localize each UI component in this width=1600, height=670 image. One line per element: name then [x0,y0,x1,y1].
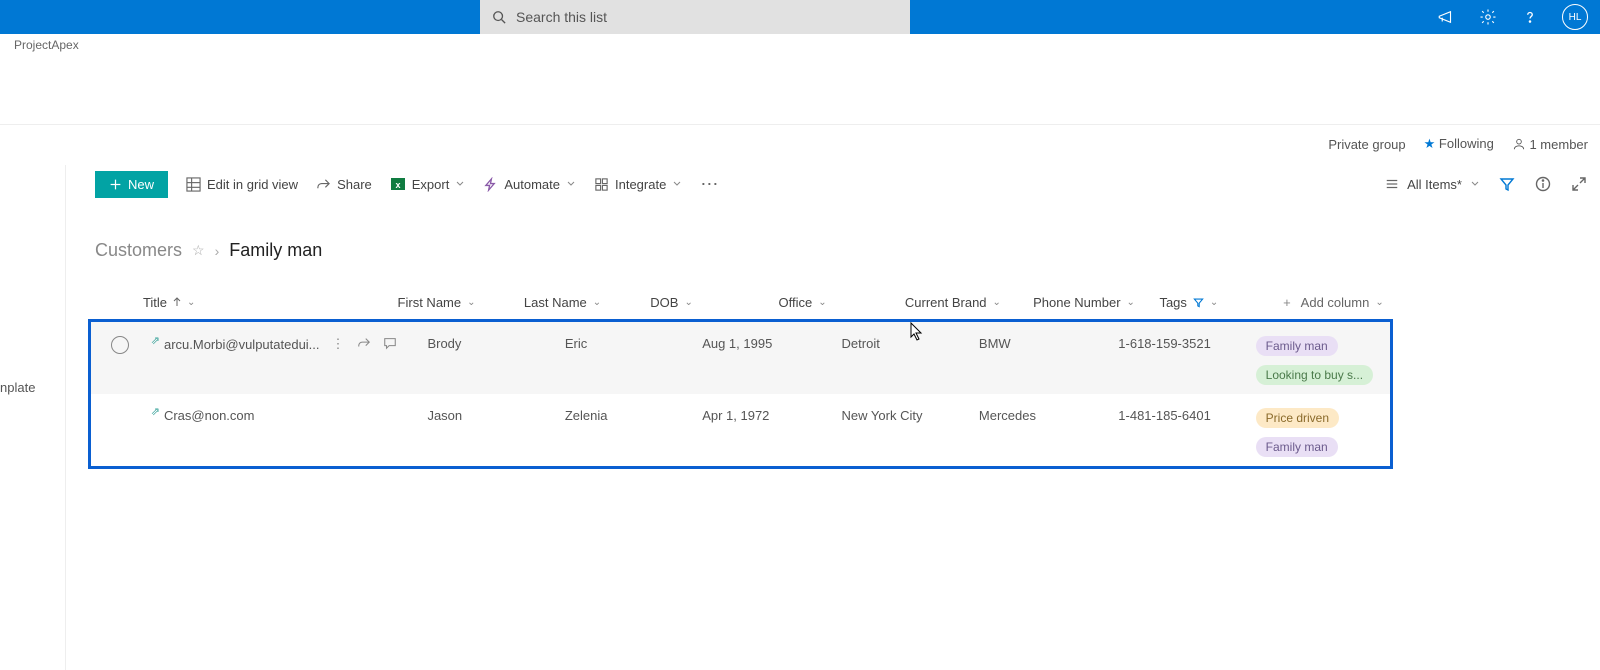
megaphone-icon[interactable] [1436,7,1456,27]
share-icon [316,177,331,192]
site-name[interactable]: ProjectApex [0,34,1600,58]
cell-tags: Price driven Family man [1256,408,1390,466]
filter-applied-icon [1193,297,1204,308]
integrate-icon [594,177,609,192]
group-type-label: Private group [1328,137,1405,152]
follow-button[interactable]: ★ Following [1424,136,1494,152]
cell-brand: BMW [979,336,1118,351]
view-selector[interactable]: All Items* [1385,177,1480,192]
chevron-right-icon: › [215,243,220,259]
info-icon[interactable] [1534,175,1552,193]
help-icon[interactable] [1520,7,1540,27]
column-header-phone[interactable]: Phone Number ⌄ [1033,295,1159,310]
site-info-row: Private group ★ Following 1 member [1328,136,1588,152]
expand-icon[interactable] [1570,175,1588,193]
cell-tags: Family man Looking to buy s... [1256,336,1390,394]
table-row[interactable]: ⇗ Cras@non.com Jason Zelenia Apr 1, 1972… [91,394,1390,466]
row-select-checkbox[interactable] [111,336,129,354]
table-header-row: Title ⌄ First Name ⌄ Last Name ⌄ DOB ⌄ O… [88,285,1393,319]
row-title[interactable]: Cras@non.com [164,408,255,423]
tag-pill[interactable]: Looking to buy s... [1256,365,1373,385]
row-menu-icon[interactable]: ⋮ [332,336,345,353]
search-box[interactable]: Search this list [480,0,910,34]
members-button[interactable]: 1 member [1512,137,1588,152]
tag-pill[interactable]: Family man [1256,336,1338,356]
cell-firstname: Brody [427,336,564,351]
cell-dob: Aug 1, 1995 [702,336,841,351]
link-indicator-icon: ⇗ [151,405,160,418]
add-column-button[interactable]: +Add column ⌄ [1283,295,1393,310]
excel-icon: x [390,176,406,192]
row-title[interactable]: arcu.Morbi@vulputatedui... [164,337,320,352]
new-button[interactable]: New [95,171,168,198]
header-divider [0,124,1600,125]
cell-office: New York City [842,408,979,423]
cell-lastname: Eric [565,336,702,351]
list-icon [1385,177,1399,191]
column-header-lastname[interactable]: Last Name ⌄ [524,295,650,310]
breadcrumb-current: Family man [229,240,322,261]
column-header-firstname[interactable]: First Name ⌄ [398,295,524,310]
cell-firstname: Jason [427,408,564,423]
breadcrumb: Customers ☆ › Family man [95,240,322,261]
filter-icon[interactable] [1498,175,1516,193]
cell-brand: Mercedes [979,408,1118,423]
link-indicator-icon: ⇗ [151,334,160,347]
cell-dob: Apr 1, 1972 [702,408,841,423]
column-header-tags[interactable]: Tags ⌄ [1159,295,1283,310]
sort-asc-icon [173,297,181,307]
share-button[interactable]: Share [316,177,372,192]
table-row[interactable]: ⇗ arcu.Morbi@vulputatedui... ⋮ Brody Eri… [91,322,1390,394]
chevron-down-icon [566,179,576,189]
cell-lastname: Zelenia [565,408,702,423]
user-avatar[interactable]: HL [1562,4,1588,30]
automate-button[interactable]: Automate [483,177,576,192]
more-actions-button[interactable]: ⋯ [700,174,718,195]
search-placeholder: Search this list [516,9,607,25]
chevron-down-icon [1470,179,1480,189]
column-header-office[interactable]: Office ⌄ [779,295,905,310]
favorite-icon[interactable]: ☆ [192,242,205,259]
top-nav-bar: Search this list HL [0,0,1600,34]
column-header-brand[interactable]: Current Brand ⌄ [905,295,1033,310]
settings-icon[interactable] [1478,7,1498,27]
row-share-icon[interactable] [357,336,371,353]
row-comment-icon[interactable] [383,336,397,353]
left-divider [65,165,66,670]
breadcrumb-parent[interactable]: Customers [95,240,182,261]
export-button[interactable]: x Export [390,176,466,192]
chevron-down-icon [455,179,465,189]
edit-grid-button[interactable]: Edit in grid view [186,177,298,192]
table-body: ⇗ arcu.Morbi@vulputatedui... ⋮ Brody Eri… [88,319,1393,469]
tag-pill[interactable]: Price driven [1256,408,1339,428]
column-header-title[interactable]: Title ⌄ [143,295,398,310]
integrate-button[interactable]: Integrate [594,177,682,192]
chevron-down-icon [672,179,682,189]
cell-phone: 1-618-159-3521 [1118,336,1255,351]
svg-text:x: x [395,180,400,190]
list-table: Title ⌄ First Name ⌄ Last Name ⌄ DOB ⌄ O… [88,285,1393,469]
search-icon [492,10,506,24]
automate-icon [483,177,498,192]
cell-phone: 1-481-185-6401 [1118,408,1255,423]
sidebar-item-partial[interactable]: nplate [0,380,35,395]
column-header-dob[interactable]: DOB ⌄ [650,295,778,310]
cell-office: Detroit [842,336,979,351]
plus-icon [109,178,122,191]
command-bar: New Edit in grid view Share x Export Aut… [65,168,1600,200]
grid-icon [186,177,201,192]
tag-pill[interactable]: Family man [1256,437,1338,457]
